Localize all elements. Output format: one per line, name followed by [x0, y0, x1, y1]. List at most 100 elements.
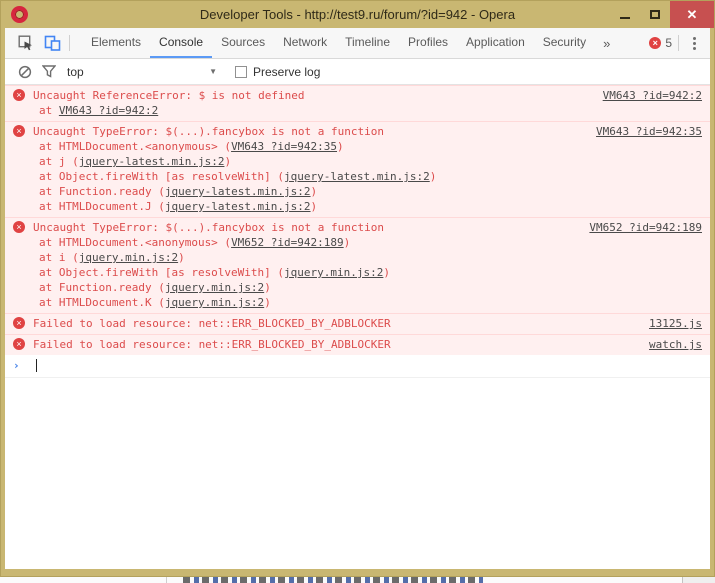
stack-frame-text: ) [178, 251, 185, 264]
stack-frame-link[interactable]: jquery-latest.min.js:2 [79, 155, 225, 168]
devtools-menu-button[interactable] [685, 37, 704, 50]
stack-frame-link[interactable]: jquery-latest.min.js:2 [165, 200, 311, 213]
stack-frame-link[interactable]: jquery-latest.min.js:2 [284, 170, 430, 183]
stack-frame: at HTMLDocument.<anonymous> (VM652 ?id=9… [13, 235, 702, 250]
source-location-link[interactable]: VM652 ?id=942:189 [589, 220, 702, 235]
stack-frame-link[interactable]: VM643 ?id=942:2 [59, 104, 158, 117]
error-icon: × [13, 317, 25, 329]
preserve-log-label: Preserve log [253, 65, 320, 79]
tab-bar-right: × 5 [649, 28, 704, 58]
prompt-chevron-icon: › [13, 359, 20, 372]
window-title: Developer Tools - http://test9.ru/forum/… [1, 7, 714, 22]
error-count: 5 [665, 36, 672, 50]
panel-tabs: ElementsConsoleSourcesNetworkTimelinePro… [82, 28, 595, 58]
stack-frame-link[interactable]: jquery.min.js:2 [165, 296, 264, 309]
inspect-element-button[interactable] [13, 28, 39, 58]
tab-network[interactable]: Network [274, 28, 336, 58]
execution-context-selector[interactable]: top ▼ [67, 65, 217, 79]
background-panel-fragment [682, 577, 715, 583]
stack-frame-link[interactable]: jquery.min.js:2 [284, 266, 383, 279]
toolbar-divider [69, 35, 70, 51]
minimize-icon [620, 17, 630, 19]
execution-context-value: top [67, 65, 209, 79]
tab-security[interactable]: Security [534, 28, 595, 58]
console-error-message: × Failed to load resource: net::ERR_BLOCK… [5, 334, 710, 355]
chevron-down-icon: ▼ [209, 67, 217, 76]
close-icon: ✕ [687, 7, 698, 23]
devtools-window: Developer Tools - http://test9.ru/forum/… [0, 0, 715, 577]
stack-frame-text: ) [337, 140, 344, 153]
error-text: Uncaught TypeError: $(...).fancybox is n… [33, 124, 582, 139]
tab-sources[interactable]: Sources [212, 28, 274, 58]
stack-frame-text: ) [430, 170, 437, 183]
device-toolbar-icon [44, 35, 61, 51]
message-head: ×Uncaught TypeError: $(...).fancybox is … [13, 220, 702, 235]
tab-elements[interactable]: Elements [82, 28, 150, 58]
console-prompt[interactable]: › [5, 355, 710, 378]
stack-frame-text: at HTMLDocument.K ( [39, 296, 165, 309]
stack-frame-text: ) [383, 266, 390, 279]
stack-frame-link[interactable]: jquery.min.js:2 [165, 281, 264, 294]
source-location-link[interactable]: VM643 ?id=942:2 [603, 88, 702, 103]
tab-overflow-button[interactable]: » [595, 28, 618, 58]
tab-profiles[interactable]: Profiles [399, 28, 457, 58]
stack-frame: at VM643 ?id=942:2 [13, 103, 702, 118]
stack-frame-link[interactable]: VM652 ?id=942:189 [231, 236, 344, 249]
preserve-log-control[interactable]: Preserve log [235, 65, 320, 79]
stack-frame-text: ) [264, 296, 271, 309]
clear-console-button[interactable] [13, 65, 37, 79]
stack-frame-text: at Function.ready ( [39, 281, 165, 294]
error-count-badge[interactable]: × 5 [649, 36, 672, 50]
tab-application[interactable]: Application [457, 28, 534, 58]
console-messages: ×Uncaught ReferenceError: $ is not defin… [5, 85, 710, 569]
stack-frame-text: ) [344, 236, 351, 249]
console-error-message: ×Uncaught TypeError: $(...).fancybox is … [5, 217, 710, 313]
stack-frame: at Function.ready (jquery-latest.min.js:… [13, 184, 702, 199]
preserve-log-checkbox[interactable] [235, 66, 247, 78]
device-toolbar-button[interactable] [39, 28, 65, 58]
clear-console-icon [18, 65, 32, 79]
error-badge-icon: × [649, 37, 661, 49]
source-location-link[interactable]: 13125.js [649, 316, 702, 331]
background-window-sliver [0, 577, 715, 583]
text-cursor [36, 359, 37, 372]
stack-frame-text: ) [264, 281, 271, 294]
stack-frame-link[interactable]: jquery-latest.min.js:2 [165, 185, 311, 198]
filter-button[interactable] [37, 65, 61, 78]
message-head: × Uncaught TypeError: $(...).fancybox is … [13, 124, 702, 139]
filter-funnel-icon [42, 65, 56, 78]
stack-frame: at HTMLDocument.J (jquery-latest.min.js:… [13, 199, 702, 214]
error-icon: × [13, 221, 25, 233]
kebab-dot-icon [693, 47, 696, 50]
stack-frame-text: at HTMLDocument.<anonymous> ( [39, 140, 231, 153]
error-text: Failed to load resource: net::ERR_BLOCKE… [33, 316, 635, 331]
error-text: Failed to load resource: net::ERR_BLOCKE… [33, 337, 635, 352]
stack-frame-text: at Function.ready ( [39, 185, 165, 198]
maximize-button[interactable] [640, 1, 670, 28]
console-error-message: × Failed to load resource: net::ERR_BLOCK… [5, 313, 710, 334]
title-bar[interactable]: Developer Tools - http://test9.ru/forum/… [1, 1, 714, 28]
stack-frame-text: at HTMLDocument.J ( [39, 200, 165, 213]
devtools-content: ElementsConsoleSourcesNetworkTimelinePro… [5, 28, 710, 569]
error-icon: × [13, 89, 25, 101]
stack-frame: at j (jquery-latest.min.js:2) [13, 154, 702, 169]
stack-frame-link[interactable]: VM643 ?id=942:35 [231, 140, 337, 153]
source-location-link[interactable]: VM643 ?id=942:35 [596, 124, 702, 139]
tab-timeline[interactable]: Timeline [336, 28, 399, 58]
tab-console[interactable]: Console [150, 28, 212, 58]
minimize-button[interactable] [610, 1, 640, 28]
source-location-link[interactable]: watch.js [649, 337, 702, 352]
error-icon: × [13, 125, 25, 137]
stack-frame: at HTMLDocument.<anonymous> (VM643 ?id=9… [13, 139, 702, 154]
stack-frame-text: at Object.fireWith [as resolveWith] ( [39, 266, 284, 279]
stack-frame-text: at HTMLDocument.<anonymous> ( [39, 236, 231, 249]
devtools-tab-bar: ElementsConsoleSourcesNetworkTimelinePro… [5, 28, 710, 59]
close-button[interactable]: ✕ [670, 1, 714, 28]
message-head: × Failed to load resource: net::ERR_BLOCK… [13, 337, 702, 352]
inspect-cursor-icon [18, 35, 34, 51]
stack-frame-text: at j ( [39, 155, 79, 168]
window-controls: ✕ [610, 1, 714, 28]
error-icon: × [13, 338, 25, 350]
stack-frame: at Object.fireWith [as resolveWith] (jqu… [13, 169, 702, 184]
stack-frame-link[interactable]: jquery.min.js:2 [79, 251, 178, 264]
